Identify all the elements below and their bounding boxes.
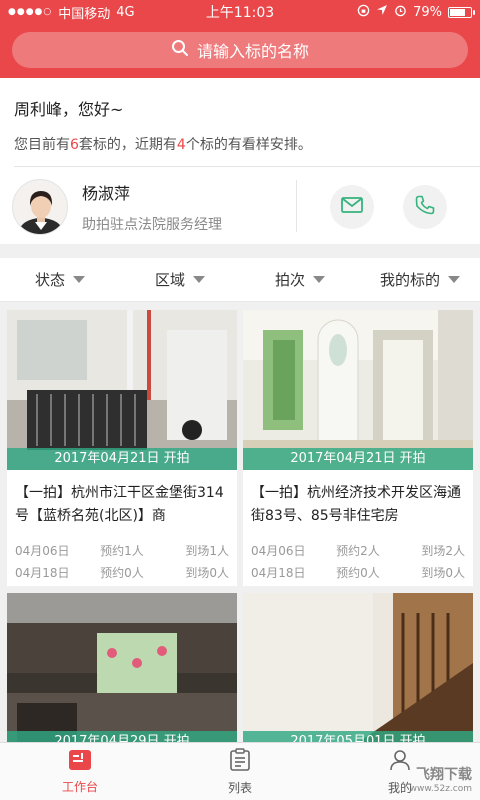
filter-status[interactable]: 状态 bbox=[0, 269, 120, 290]
divider bbox=[296, 180, 297, 232]
listing-title: 【一拍】杭州市江干区金堡街314号【蓝桥名苑(北区)】商 bbox=[15, 485, 224, 524]
status-bar: ●●●●○ 中国移动 4G 上午11:03 79% bbox=[0, 0, 480, 24]
caret-down-icon bbox=[313, 276, 325, 283]
viewing-date: 04月06日 bbox=[15, 544, 70, 558]
alarm-icon bbox=[394, 4, 407, 21]
listing-card[interactable]: 2017年04月21日 开拍 【一拍】杭州经济技术开发区海通街83号、85号非住… bbox=[243, 310, 473, 586]
search-bar[interactable]: 请输入标的名称 bbox=[12, 32, 468, 68]
battery-icon bbox=[448, 6, 475, 18]
viewing-date: 04月18日 bbox=[251, 566, 306, 580]
watermark-main: 飞翔下载 bbox=[416, 767, 472, 783]
viewing-count: 4 bbox=[176, 137, 186, 153]
message-button[interactable] bbox=[330, 185, 374, 229]
battery-percent: 79% bbox=[413, 4, 442, 20]
booked-count: 预约1人 bbox=[100, 544, 144, 558]
booked-count: 预约2人 bbox=[336, 544, 380, 558]
summary-text: 您目前有 bbox=[14, 137, 70, 153]
call-button[interactable] bbox=[403, 185, 447, 229]
divider bbox=[14, 166, 480, 167]
carrier-label: 中国移动 bbox=[58, 6, 111, 22]
arrived-count: 到场1人 bbox=[185, 544, 229, 558]
phone-icon bbox=[415, 195, 435, 219]
auction-date-banner: 2017年04月21日 开拍 bbox=[243, 448, 473, 470]
tab-label: 工作台 bbox=[61, 779, 98, 794]
booked-count: 预约0人 bbox=[336, 566, 380, 580]
tab-label: 列表 bbox=[227, 780, 252, 795]
filter-bar: 状态 区域 拍次 我的标的 bbox=[0, 258, 480, 302]
greeting-panel: 周利峰，您好~ 您目前有6套标的，近期有4个标的有看样安排。 杨淑萍 助拍驻点法… bbox=[0, 78, 480, 244]
network-label: 4G bbox=[116, 4, 135, 20]
listing-card[interactable]: 2017年04月21日 开拍 【一拍】杭州市江干区金堡街314号【蓝桥名苑(北区… bbox=[7, 310, 237, 586]
filter-label: 区域 bbox=[154, 271, 185, 289]
profile-icon bbox=[388, 748, 412, 775]
listing-card[interactable]: 2017年05月01日 开拍 bbox=[243, 593, 473, 753]
caret-down-icon bbox=[193, 276, 205, 283]
agent-name: 杨淑萍 bbox=[82, 184, 131, 203]
viewing-date: 04月06日 bbox=[251, 544, 306, 558]
booked-count: 预约0人 bbox=[100, 566, 144, 580]
arrived-count: 到场2人 bbox=[421, 544, 465, 558]
search-placeholder: 请输入标的名称 bbox=[196, 42, 309, 61]
tab-label: 我的 bbox=[387, 780, 412, 795]
viewing-row: 04月06日 预约2人 到场2人 bbox=[243, 540, 473, 562]
listing-title: 【一拍】杭州经济技术开发区海通街83号、85号非住宅房 bbox=[251, 485, 461, 524]
viewing-row: 04月18日 预约0人 到场0人 bbox=[7, 562, 237, 584]
filter-region[interactable]: 区域 bbox=[120, 269, 240, 290]
filter-my-assets[interactable]: 我的标的 bbox=[360, 269, 480, 290]
listing-photo: 2017年04月21日 开拍 bbox=[243, 310, 473, 470]
bottom-tab-bar: 工作台 列表 我的 飞翔下载 www.52z.com bbox=[0, 742, 480, 800]
viewing-row: 04月18日 预约0人 到场0人 bbox=[243, 562, 473, 584]
listing-photo: 2017年04月29日 开拍 bbox=[7, 593, 237, 753]
greeting-summary: 您目前有6套标的，近期有4个标的有看样安排。 bbox=[14, 134, 466, 154]
listing-photo: 2017年05月01日 开拍 bbox=[243, 593, 473, 753]
filter-round[interactable]: 拍次 bbox=[240, 269, 360, 290]
tab-workbench[interactable]: 工作台 bbox=[0, 743, 160, 800]
filter-label: 拍次 bbox=[274, 271, 305, 289]
rotation-lock-icon bbox=[357, 4, 370, 21]
summary-text: 个标的有看样安排。 bbox=[185, 137, 312, 153]
location-icon bbox=[376, 4, 388, 20]
agent-card: 杨淑萍 助拍驻点法院服务经理 bbox=[12, 178, 468, 236]
caret-down-icon bbox=[73, 276, 85, 283]
agent-role: 助拍驻点法院服务经理 bbox=[82, 217, 222, 233]
envelope-icon bbox=[341, 197, 363, 217]
arrived-count: 到场0人 bbox=[185, 566, 229, 580]
arrived-count: 到场0人 bbox=[421, 566, 465, 580]
workbench-icon bbox=[68, 749, 92, 774]
summary-text: 套标的，近期有 bbox=[78, 137, 177, 153]
viewing-row: 04月06日 预约1人 到场1人 bbox=[7, 540, 237, 562]
viewing-date: 04月18日 bbox=[15, 566, 70, 580]
watermark-url: www.52z.com bbox=[409, 784, 472, 794]
filter-label: 我的标的 bbox=[379, 271, 440, 289]
caret-down-icon bbox=[448, 276, 460, 283]
filter-label: 状态 bbox=[34, 271, 65, 289]
tab-list[interactable]: 列表 bbox=[160, 743, 320, 800]
search-icon bbox=[171, 39, 189, 61]
greeting-title: 周利峰，您好~ bbox=[14, 100, 124, 119]
listing-card[interactable]: 2017年04月29日 开拍 bbox=[7, 593, 237, 753]
watermark: 飞翔下载 www.52z.com bbox=[410, 768, 472, 796]
asset-count: 6 bbox=[70, 137, 79, 153]
app-header: ●●●●○ 中国移动 4G 上午11:03 79% 请输入标的名称 bbox=[0, 0, 480, 78]
listing-photo: 2017年04月21日 开拍 bbox=[7, 310, 237, 470]
signal-strength-icon: ●●●●○ bbox=[8, 7, 53, 17]
auction-date-banner: 2017年04月21日 开拍 bbox=[7, 448, 237, 470]
avatar[interactable] bbox=[12, 179, 68, 235]
list-icon bbox=[228, 747, 252, 775]
